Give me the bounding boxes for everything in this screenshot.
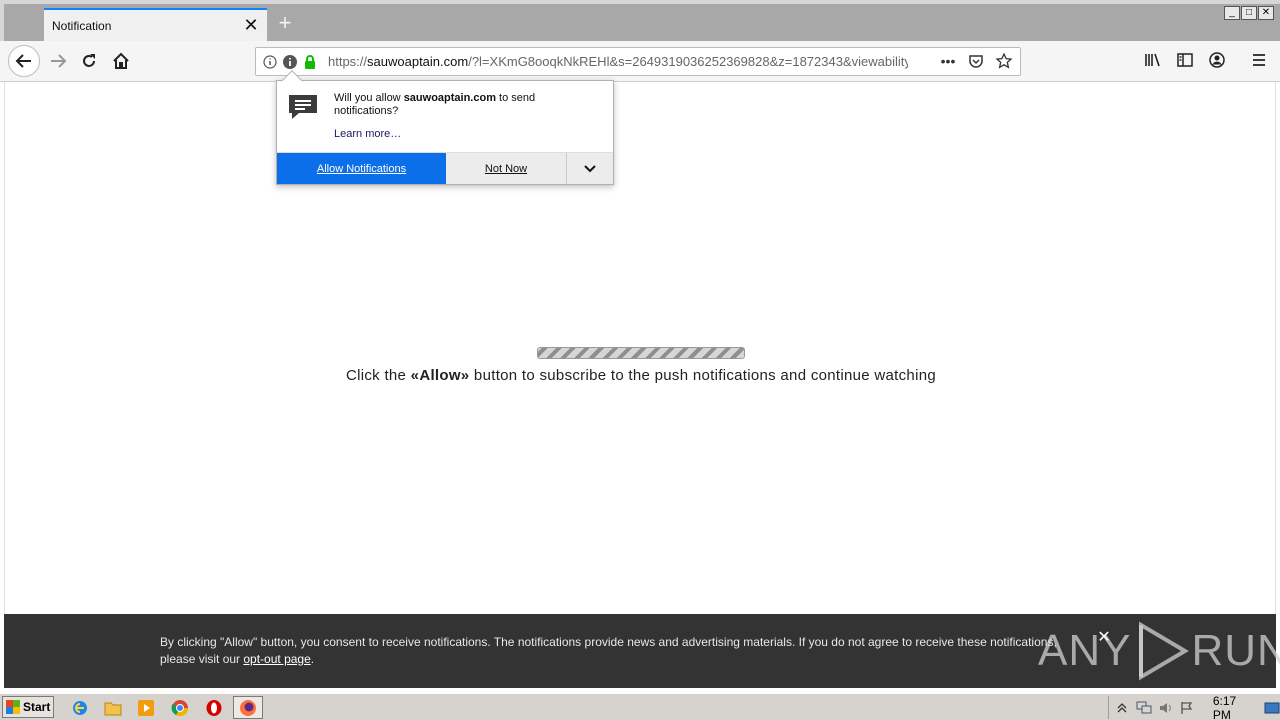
tab-strip: Notification ✕ + _ □ ✕ xyxy=(0,0,1280,41)
consent-banner: ANY RUN By clicking "Allow" button, you … xyxy=(4,614,1280,688)
opera-icon[interactable] xyxy=(204,698,224,718)
action-center-flag-icon[interactable] xyxy=(1180,699,1195,717)
loading-progress-bar xyxy=(537,347,745,359)
taskbar-clock[interactable]: 6:17 PM xyxy=(1213,694,1250,720)
maximize-button[interactable]: □ xyxy=(1241,6,1257,20)
tab-close-icon[interactable]: ✕ xyxy=(239,14,263,38)
firefox-icon[interactable] xyxy=(238,698,258,718)
new-tab-button[interactable]: + xyxy=(272,10,298,36)
chrome-icon[interactable] xyxy=(170,698,190,718)
page-actions-icon[interactable]: ••• xyxy=(938,51,958,71)
learn-more-link[interactable]: Learn more… xyxy=(334,128,401,140)
url-scheme: https:// xyxy=(328,54,368,69)
tab-title: Notification xyxy=(52,18,112,33)
system-tray: 6:17 PM xyxy=(1108,694,1280,720)
lock-icon[interactable] xyxy=(300,52,320,72)
popup-message: Will you allow sauwoaptain.com to send n… xyxy=(334,92,594,118)
internet-explorer-icon[interactable] xyxy=(70,698,90,718)
url-bar[interactable]: https://sauwoaptain.com/?l=XKmG8ooqkNkRE… xyxy=(255,47,1021,76)
msg-after: button to subscribe to the push notifica… xyxy=(469,367,936,384)
reload-icon xyxy=(83,54,95,67)
network-icon[interactable] xyxy=(1136,699,1152,717)
consent-close-icon[interactable]: ✕ xyxy=(1096,630,1112,646)
navigation-toolbar: https://sauwoaptain.com/?l=XKmG8ooqkNkRE… xyxy=(0,41,1280,82)
consent-text: By clicking "Allow" button, you consent … xyxy=(160,634,1080,668)
notification-permission-popup: Will you allow sauwoaptain.com to send n… xyxy=(276,70,614,185)
not-now-label: Not Now xyxy=(484,162,528,175)
page-content: Click the «Allow» button to subscribe to… xyxy=(4,82,1276,688)
account-icon[interactable] xyxy=(1206,49,1228,71)
chevron-down-icon xyxy=(584,164,596,172)
forward-arrow-icon xyxy=(51,54,67,68)
msg-before: Click the xyxy=(345,367,411,384)
msg-allow-word: «Allow» xyxy=(410,367,470,384)
notification-permission-icon[interactable] xyxy=(280,52,300,72)
more-options-button[interactable] xyxy=(567,153,613,184)
media-player-icon[interactable] xyxy=(136,698,156,718)
volume-icon[interactable] xyxy=(1158,699,1174,717)
back-arrow-icon xyxy=(15,54,31,68)
subscribe-instruction: Click the «Allow» button to subscribe to… xyxy=(5,367,1277,384)
pocket-icon[interactable] xyxy=(966,51,986,71)
forward-button[interactable] xyxy=(42,45,74,77)
window-controls: _ □ ✕ xyxy=(1224,6,1274,20)
minimize-button[interactable]: _ xyxy=(1224,6,1240,20)
tab-notification[interactable]: Notification ✕ xyxy=(44,8,267,41)
tab-strip-edge xyxy=(0,4,4,41)
allow-notifications-button[interactable]: Allow Notifications xyxy=(277,153,446,184)
tray-expand-icon[interactable] xyxy=(1115,699,1130,717)
sidebar-icon[interactable] xyxy=(1174,49,1196,71)
windows-flag-icon xyxy=(6,700,20,714)
url-path: /?l=XKmG8ooqkNkREHl&s=264931903625236982… xyxy=(468,54,908,69)
consent-end: . xyxy=(310,652,315,666)
watermark-run: RUN xyxy=(1191,626,1280,675)
home-icon xyxy=(113,52,129,69)
bookmark-star-icon[interactable] xyxy=(994,51,1014,71)
windows-taskbar: Start 6:17 PM xyxy=(0,693,1280,720)
show-desktop-icon[interactable] xyxy=(1264,699,1280,717)
popup-actions: Allow Notifications Not Now xyxy=(277,152,613,184)
opt-out-link[interactable]: opt-out page xyxy=(243,652,310,666)
not-now-button[interactable]: Not Now xyxy=(446,153,567,184)
play-logo-icon xyxy=(1139,621,1190,681)
popup-host: sauwoaptain.com xyxy=(403,92,496,104)
close-window-button[interactable]: ✕ xyxy=(1258,6,1274,20)
back-button[interactable] xyxy=(8,45,40,77)
library-icon[interactable] xyxy=(1142,49,1164,71)
menu-hamburger-icon[interactable] xyxy=(1248,49,1270,71)
file-explorer-icon[interactable] xyxy=(103,698,123,718)
notification-chat-icon xyxy=(289,95,317,119)
reload-button[interactable] xyxy=(73,45,105,77)
info-icon[interactable] xyxy=(260,52,280,72)
popup-text-before: Will you allow xyxy=(334,92,404,104)
url-text[interactable]: https://sauwoaptain.com/?l=XKmG8ooqkNkRE… xyxy=(328,54,908,69)
start-label: Start xyxy=(23,700,51,714)
url-host: sauwoaptain.com xyxy=(367,54,469,69)
home-button[interactable] xyxy=(105,45,137,77)
start-button[interactable]: Start xyxy=(2,696,54,718)
